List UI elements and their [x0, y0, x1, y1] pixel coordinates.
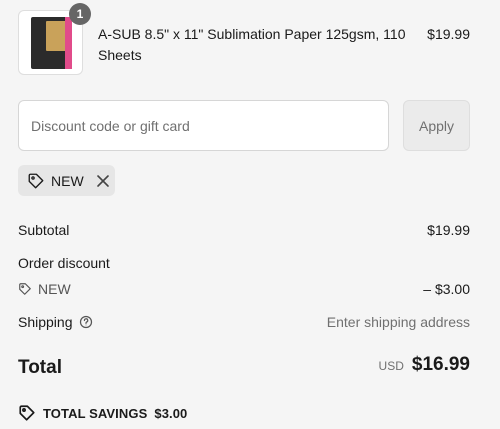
total-value: $16.99: [411, 354, 470, 375]
question-circle-icon[interactable]: [79, 315, 93, 329]
discount-code-row: NEW – $3.00: [18, 280, 470, 298]
tag-icon: [18, 404, 36, 422]
discount-code-label: NEW: [38, 281, 71, 297]
applied-discount-code: NEW: [51, 172, 84, 189]
applied-discount-chip: NEW: [18, 165, 115, 196]
currency-code: USD: [378, 359, 404, 373]
line-item: 1 A-SUB 8.5" x 11" Sublimation Paper 125…: [18, 3, 470, 76]
subtotal-value: $19.99: [427, 222, 470, 238]
total-label: Total: [18, 357, 62, 378]
order-summary: 1 A-SUB 8.5" x 11" Sublimation Paper 125…: [0, 0, 500, 429]
total-row: Total USD $16.99: [18, 354, 470, 382]
shipping-value: Enter shipping address: [326, 314, 470, 330]
close-icon[interactable]: [96, 174, 110, 188]
order-discount-row: Order discount: [18, 254, 470, 272]
order-discount-label: Order discount: [18, 255, 110, 271]
apply-button[interactable]: Apply: [403, 100, 470, 151]
subtotal-row: Subtotal $19.99: [18, 221, 470, 239]
discount-value: – $3.00: [423, 281, 470, 297]
product-thumbnail: 1: [18, 3, 91, 75]
product-title: A-SUB 8.5" x 11" Sublimation Paper 125gs…: [98, 26, 406, 63]
discount-code-input[interactable]: [18, 100, 389, 151]
tag-icon: [27, 172, 45, 190]
savings-label: TOTAL SAVINGS: [43, 405, 148, 421]
shipping-row: Shipping Enter shipping address: [18, 313, 470, 331]
savings-value: $3.00: [154, 405, 188, 421]
product-price: $19.99: [427, 26, 470, 42]
tag-icon: [18, 282, 32, 296]
subtotal-label: Subtotal: [18, 222, 70, 238]
quantity-badge: 1: [69, 3, 91, 25]
shipping-label: Shipping: [18, 314, 73, 330]
total-savings: TOTAL SAVINGS $3.00: [18, 404, 187, 422]
